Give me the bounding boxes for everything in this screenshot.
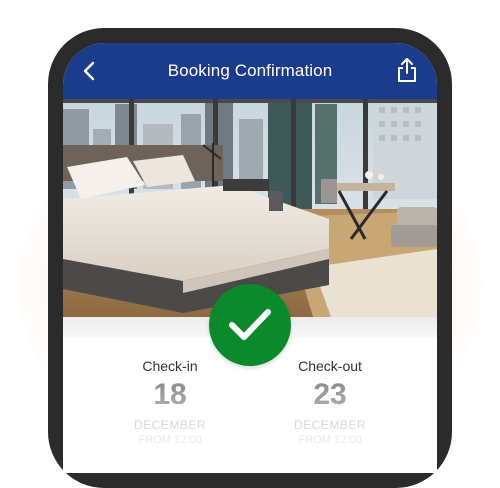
- success-badge: [209, 284, 291, 366]
- share-button[interactable]: [393, 55, 421, 85]
- checkin-day: 18: [153, 378, 187, 411]
- chevron-left-icon: [83, 61, 95, 81]
- checkin-month: DECEMBER: [133, 418, 206, 432]
- checkin-label: Check-in: [142, 358, 198, 374]
- checkout-time: FROM 12:00: [298, 434, 362, 446]
- back-button[interactable]: [75, 57, 103, 85]
- checkout-month: DECEMBER: [293, 418, 366, 432]
- checkin-time: FROM 12:00: [138, 434, 202, 446]
- page-title: Booking Confirmation: [167, 61, 333, 80]
- checkmark-icon: [229, 309, 271, 340]
- checkin-block: Check-in 18 DECEMBER FROM 12:00: [100, 358, 240, 446]
- share-icon: [398, 58, 416, 82]
- app-header: Booking Confirmation: [63, 43, 437, 99]
- checkout-label: Check-out: [298, 358, 362, 374]
- checkout-day: 23: [313, 378, 347, 411]
- checkout-block: Check-out 23 DECEMBER FROM 12:00: [260, 358, 400, 446]
- phone-screen: Booking Confirmation Check-in 18 DECEMBE…: [63, 43, 437, 473]
